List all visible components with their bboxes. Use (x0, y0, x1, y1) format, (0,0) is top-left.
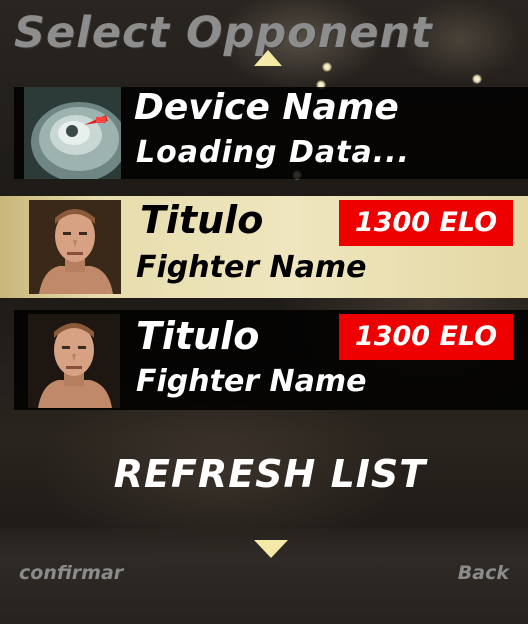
fighter-name: Fighter Name (136, 250, 367, 285)
device-icon (24, 87, 121, 179)
opponent-row-selected[interactable]: Titulo 1300 ELO Fighter Name (0, 196, 528, 298)
ceiling-light (322, 62, 332, 72)
fighter-name: Fighter Name (136, 364, 367, 399)
opponent-row[interactable]: Titulo 1300 ELO Fighter Name (14, 310, 528, 410)
screen-title: Select Opponent (14, 8, 433, 58)
device-status: Loading Data... (136, 135, 410, 170)
ceiling-light (472, 74, 482, 84)
opponent-title: Titulo (140, 198, 264, 242)
fighter-portrait (29, 200, 121, 294)
device-row[interactable]: Device Name Loading Data... (14, 87, 528, 179)
chevron-up-icon[interactable] (254, 50, 282, 66)
fighter-portrait (28, 314, 120, 408)
elo-badge: 1300 ELO (339, 314, 513, 360)
refresh-list-button[interactable]: REFRESH LIST (0, 442, 528, 506)
device-name: Device Name (134, 87, 399, 128)
chevron-down-icon[interactable] (254, 540, 288, 558)
confirm-softkey[interactable]: confirmar (19, 562, 123, 584)
back-softkey[interactable]: Back (458, 562, 509, 584)
opponent-title: Titulo (136, 314, 260, 358)
elo-badge: 1300 ELO (339, 200, 513, 246)
